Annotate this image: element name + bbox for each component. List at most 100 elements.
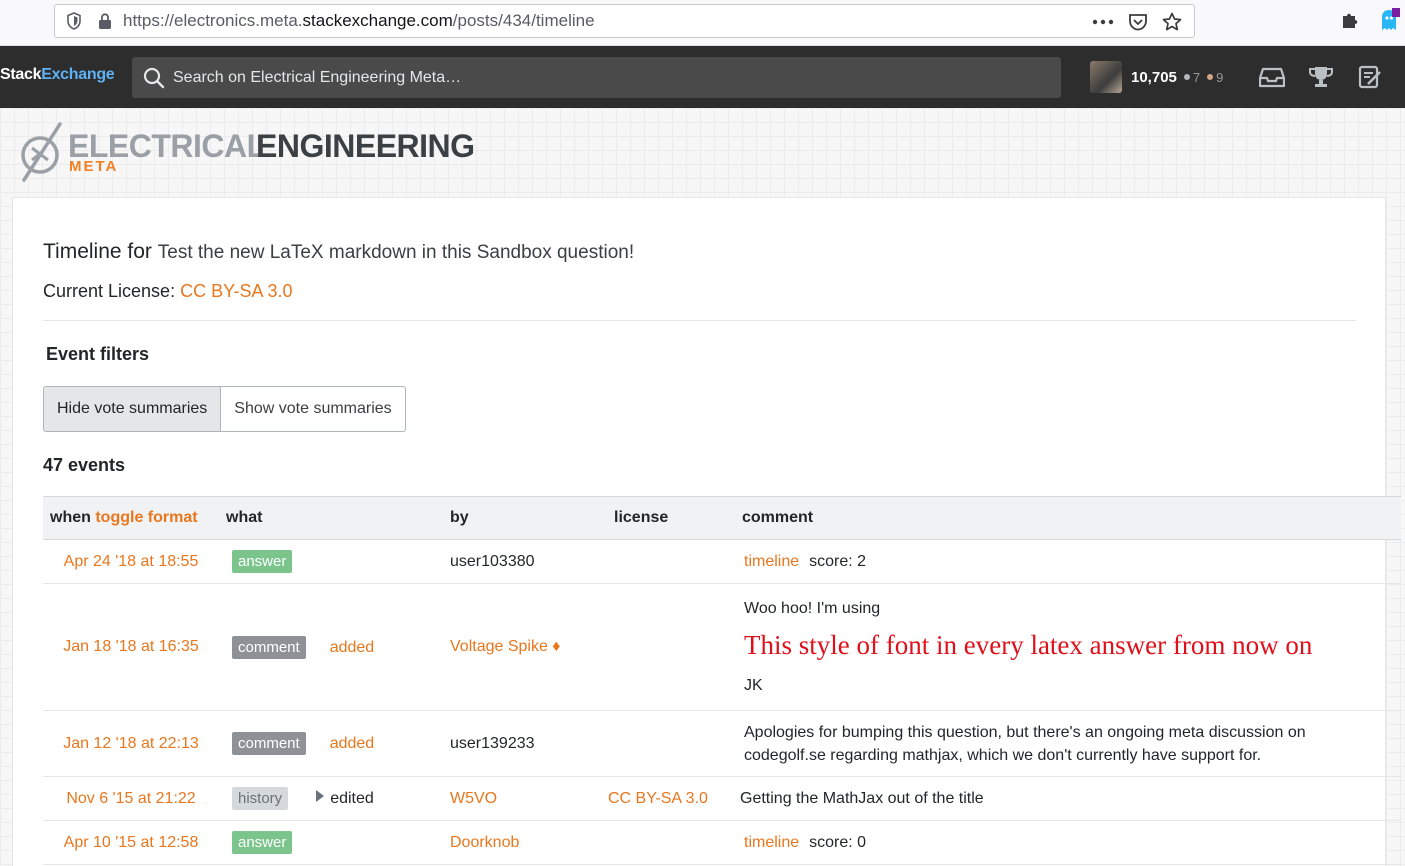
- bronze-badges: 9: [1207, 70, 1223, 85]
- silver-badge-count: 7: [1192, 69, 1201, 85]
- row-what: comment added: [219, 710, 443, 777]
- comment-line-3: JK: [744, 676, 763, 694]
- license-link[interactable]: CC BY-SA 3.0: [608, 790, 708, 807]
- browser-toolbar: https://electronics.meta.stackexchange.c…: [0, 0, 1405, 46]
- achievements-trophy-icon[interactable]: [1307, 63, 1335, 91]
- header-license: license: [607, 496, 735, 540]
- added-label: added: [329, 638, 375, 656]
- bookmark-star-icon[interactable]: [1162, 12, 1182, 32]
- ee-logo-icon: [21, 122, 62, 182]
- row-what: answer: [219, 539, 443, 584]
- title-prefix: Timeline for: [43, 240, 152, 263]
- silver-badge-icon: [1183, 74, 1190, 80]
- search-input[interactable]: [173, 68, 1033, 87]
- events-count: 47 events: [43, 455, 126, 475]
- header-what: what: [219, 496, 443, 540]
- logo-engineering-text: ENGINEERING: [256, 128, 475, 164]
- row-when[interactable]: Nov 6 '15 at 21:22: [43, 776, 219, 821]
- row-by: W5VO: [443, 776, 607, 821]
- user-link[interactable]: Doorknob: [450, 834, 519, 851]
- bronze-badge-icon: [1207, 74, 1214, 80]
- row-by: user139233: [443, 710, 607, 777]
- row-license: CC BY-SA 3.0: [607, 776, 735, 821]
- row-what: comment added: [219, 583, 443, 711]
- extensions-puzzle-icon[interactable]: [1340, 8, 1362, 37]
- logo-exchange-text: Exchange: [41, 66, 115, 83]
- user-card[interactable]: 10,705 7 9: [1090, 60, 1223, 94]
- added-label: added: [329, 735, 375, 752]
- row-by: Doorknob: [443, 820, 607, 865]
- row-license: [607, 583, 735, 711]
- logo-stack-text: Stack: [0, 66, 42, 83]
- license-link[interactable]: CC BY-SA 3.0: [180, 281, 292, 301]
- header-when: when toggle format: [43, 496, 219, 540]
- url-text[interactable]: https://electronics.meta.stackexchange.c…: [123, 11, 595, 31]
- event-filters-heading: Event filters: [46, 344, 150, 364]
- edited-toggle[interactable]: edited: [316, 790, 374, 807]
- row-comment: timeline score: 0: [735, 820, 1401, 865]
- table-row: Jan 12 '18 at 22:13 comment added user139…: [43, 710, 1401, 777]
- history-tag[interactable]: history: [232, 787, 289, 810]
- comment-line-1: Woo hoo! I'm using: [744, 599, 881, 617]
- silver-badges: 7: [1183, 69, 1201, 85]
- page-actions-icon[interactable]: [1092, 19, 1114, 25]
- url-prefix: https://electronics.meta.: [123, 11, 303, 30]
- inbox-icon[interactable]: [1258, 63, 1286, 91]
- divider: [43, 320, 1356, 321]
- row-license: [607, 820, 735, 865]
- search-icon: [142, 66, 166, 90]
- user-link[interactable]: W5VO: [450, 790, 497, 807]
- review-queue-icon[interactable]: [1356, 63, 1384, 91]
- row-comment: Apologies for bumping this question, but…: [735, 710, 1401, 777]
- timeline-link[interactable]: timeline: [744, 834, 799, 851]
- comment-tag[interactable]: comment: [232, 732, 306, 755]
- question-title-link[interactable]: Test the new LaTeX markdown in this Sand…: [158, 242, 634, 263]
- table-header-row: when toggle format what by license comme…: [43, 496, 1401, 540]
- ghost-extension-icon[interactable]: [1380, 8, 1400, 37]
- table-row: Apr 24 '18 at 18:55 answer user103380 ti…: [43, 539, 1401, 584]
- row-what: answer: [219, 820, 443, 865]
- show-vote-summaries-button[interactable]: Show vote summaries: [221, 386, 406, 432]
- site-logo[interactable]: ELECTRICAL ENGINEERING META: [18, 120, 478, 186]
- reputation: 10,705: [1131, 68, 1177, 86]
- header-comment: comment: [735, 496, 1401, 540]
- answer-tag[interactable]: answer: [232, 831, 293, 854]
- score-text: score: 2: [809, 552, 867, 570]
- row-license: [607, 710, 735, 777]
- row-by: user103380: [443, 539, 607, 584]
- tracking-shield-icon[interactable]: [65, 12, 83, 30]
- table-row: Apr 10 '15 at 12:58 answer Doorknob time…: [43, 820, 1401, 865]
- row-when[interactable]: Jan 18 '18 at 16:35: [43, 583, 219, 711]
- license-label: Current License:: [43, 281, 176, 301]
- row-when[interactable]: Apr 10 '15 at 12:58: [43, 820, 219, 865]
- address-bar[interactable]: https://electronics.meta.stackexchange.c…: [54, 4, 1195, 38]
- answer-tag[interactable]: answer: [232, 550, 293, 573]
- comment-latex-text: This style of font in every latex answer…: [744, 629, 1313, 660]
- row-license: [607, 539, 735, 584]
- lock-icon[interactable]: [97, 12, 113, 30]
- row-what: history edited: [219, 776, 443, 821]
- search-box[interactable]: [132, 57, 1061, 98]
- user-link[interactable]: Voltage Spike ♦: [450, 638, 560, 655]
- edited-label: edited: [330, 790, 374, 807]
- timeline-link[interactable]: timeline: [744, 553, 799, 570]
- pocket-icon[interactable]: [1128, 13, 1148, 31]
- row-when[interactable]: Apr 24 '18 at 18:55: [43, 539, 219, 584]
- timeline-table: when toggle format what by license comme…: [43, 496, 1401, 865]
- current-license: Current License: CC BY-SA 3.0: [43, 281, 293, 302]
- page-title: Timeline for Test the new LaTeX markdown…: [43, 240, 634, 264]
- vote-summary-toggle: Hide vote summaries Show vote summaries: [43, 386, 406, 432]
- row-when[interactable]: Jan 12 '18 at 22:13: [43, 710, 219, 777]
- table-row: Nov 6 '15 at 21:22 history edited W5VO CC…: [43, 776, 1401, 821]
- row-by: Voltage Spike ♦: [443, 583, 607, 711]
- row-comment: Getting the MathJax out of the title: [735, 776, 1401, 821]
- stackexchange-logo[interactable]: StackExchange: [0, 66, 115, 84]
- avatar[interactable]: [1090, 61, 1122, 93]
- score-text: score: 0: [809, 833, 867, 851]
- url-host: stackexchange.com: [302, 11, 453, 30]
- toggle-format-link[interactable]: toggle format: [95, 509, 197, 526]
- expand-triangle-icon: [316, 790, 325, 802]
- hide-vote-summaries-button[interactable]: Hide vote summaries: [43, 386, 222, 432]
- row-comment: Woo hoo! I'm using This style of font in…: [735, 583, 1401, 711]
- comment-tag[interactable]: comment: [232, 635, 306, 659]
